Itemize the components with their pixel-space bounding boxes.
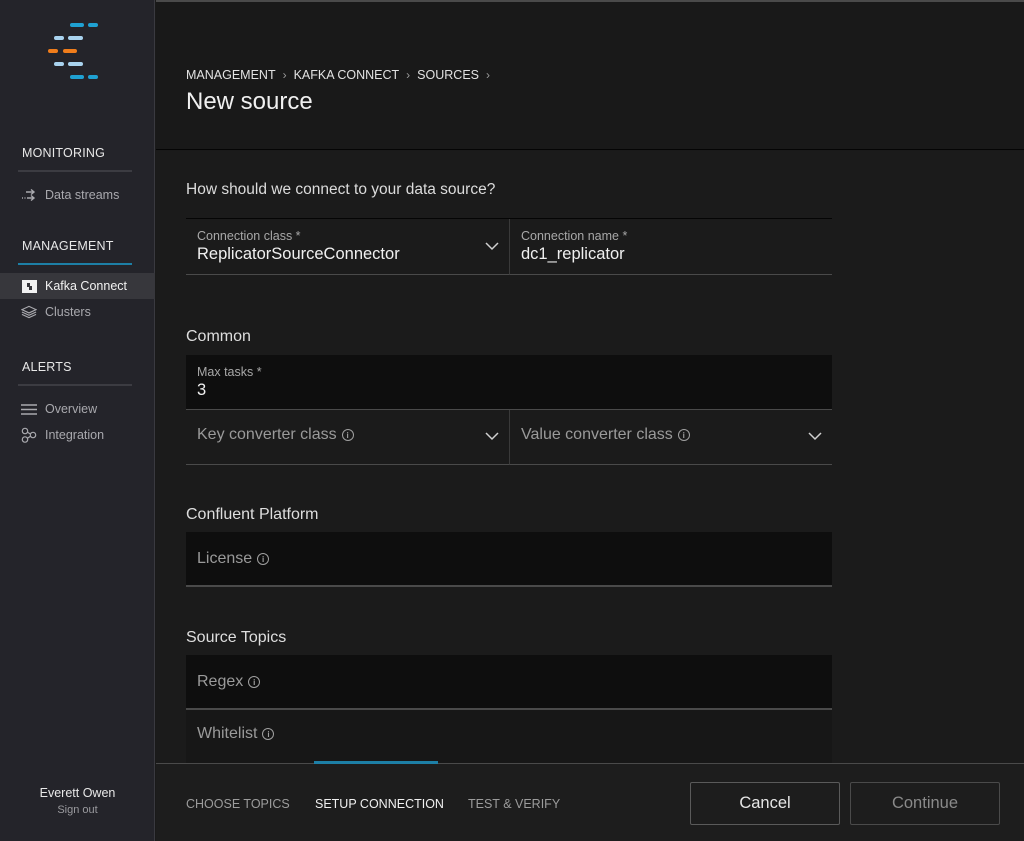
converter-row: Key converter class i Value converter cl… — [186, 410, 832, 465]
field-value: 3 — [197, 381, 207, 399]
wizard-footer: CHOOSE TOPICS SETUP CONNECTION TEST & VE… — [156, 761, 1024, 841]
field-placeholder: Whitelist i — [197, 725, 275, 743]
chevron-down-icon — [485, 242, 499, 251]
license-row: License i — [186, 532, 832, 587]
sidebar-item-label: Clusters — [45, 305, 91, 319]
placeholder-text: Regex — [197, 673, 244, 690]
field-label: Connection name * — [521, 229, 628, 243]
value-converter-class-select[interactable]: Value converter class i — [509, 410, 832, 465]
sidebar-item-integration[interactable]: Integration — [0, 422, 155, 448]
user-panel: Everett Owen Sign out — [0, 786, 155, 816]
placeholder-text: Key converter class — [197, 426, 337, 443]
user-name: Everett Owen — [39, 786, 116, 800]
cancel-button[interactable]: Cancel — [690, 782, 840, 825]
field-placeholder: License i — [197, 550, 270, 568]
sidebar: MONITORING Data streams MANAGEMENT Kafka… — [0, 0, 155, 841]
regex-row: Regex i — [186, 655, 832, 710]
max-tasks-input[interactable]: Max tasks * 3 — [186, 355, 832, 410]
continue-button[interactable]: Continue — [850, 782, 1000, 825]
step-setup-connection[interactable]: SETUP CONNECTION — [315, 797, 444, 811]
breadcrumb-kafka-connect[interactable]: KAFKA CONNECT — [294, 68, 400, 82]
info-icon[interactable]: i — [257, 553, 270, 565]
sidebar-item-clusters[interactable]: Clusters — [0, 299, 155, 325]
sidebar-item-label: Kafka Connect — [45, 279, 127, 293]
data-streams-icon — [21, 188, 37, 202]
sidebar-item-label: Integration — [45, 428, 105, 442]
nav-heading-alerts: ALERTS — [22, 360, 72, 374]
form-intro: How should we connect to your data sourc… — [186, 181, 496, 198]
regex-input[interactable]: Regex i — [186, 655, 832, 710]
chevron-right-icon: › — [282, 68, 287, 82]
connection-class-select[interactable]: Connection class * ReplicatorSourceConne… — [186, 219, 509, 275]
sidebar-item-overview[interactable]: Overview — [0, 396, 155, 422]
info-icon[interactable]: i — [341, 429, 354, 441]
placeholder-text: Value converter class — [521, 426, 673, 443]
section-title-source-topics: Source Topics — [186, 629, 287, 646]
key-converter-class-select[interactable]: Key converter class i — [186, 410, 509, 465]
nav-section-management: MANAGEMENT Kafka Connect Clusters — [0, 235, 155, 325]
kafka-connect-icon — [21, 279, 37, 293]
chevron-right-icon: › — [406, 68, 411, 82]
field-label: Max tasks * — [197, 365, 262, 379]
list-icon — [21, 402, 37, 416]
breadcrumb-sources[interactable]: SOURCES — [417, 68, 479, 82]
section-title-confluent-platform: Confluent Platform — [186, 506, 319, 523]
field-placeholder: Key converter class i — [197, 426, 354, 444]
nav-heading-monitoring: MONITORING — [22, 146, 106, 160]
chevron-down-icon — [808, 432, 822, 441]
nav-section-monitoring: MONITORING Data streams — [0, 142, 155, 208]
info-icon[interactable]: i — [677, 429, 690, 441]
field-placeholder: Value converter class i — [521, 426, 690, 444]
nav-section-alerts: ALERTS Overview Integration — [0, 356, 155, 448]
field-value: ReplicatorSourceConnector — [197, 245, 400, 263]
placeholder-text: License — [197, 550, 253, 567]
sidebar-item-label: Data streams — [45, 188, 120, 202]
field-value: dc1_replicator — [521, 245, 625, 263]
whitelist-row: Whitelist i — [186, 710, 832, 763]
sign-out-link[interactable]: Sign out — [0, 804, 155, 816]
max-tasks-row: Max tasks * 3 — [186, 355, 832, 410]
integration-icon — [21, 427, 37, 443]
info-icon[interactable]: i — [262, 728, 275, 740]
nav-heading-management: MANAGEMENT — [22, 239, 114, 253]
page-header: MANAGEMENT › KAFKA CONNECT › SOURCES › N… — [156, 0, 1024, 150]
active-step-indicator — [314, 761, 438, 764]
step-choose-topics[interactable]: CHOOSE TOPICS — [186, 797, 290, 811]
sidebar-item-data-streams[interactable]: Data streams — [0, 182, 155, 208]
field-placeholder: Regex i — [197, 673, 261, 691]
sidebar-item-label: Overview — [45, 402, 98, 416]
section-title-common: Common — [186, 328, 251, 345]
field-label: Connection class * — [197, 229, 301, 243]
info-icon[interactable]: i — [248, 676, 261, 688]
form-area: How should we connect to your data sourc… — [156, 151, 1024, 763]
license-input[interactable]: License i — [186, 532, 832, 587]
whitelist-input[interactable]: Whitelist i — [186, 710, 832, 763]
breadcrumb: MANAGEMENT › KAFKA CONNECT › SOURCES › — [186, 68, 497, 82]
breadcrumb-management[interactable]: MANAGEMENT — [186, 68, 276, 82]
connection-row: Connection class * ReplicatorSourceConne… — [186, 218, 832, 275]
chevron-right-icon: › — [486, 68, 490, 82]
chevron-down-icon — [485, 432, 499, 441]
confluent-logo[interactable] — [48, 20, 102, 80]
clusters-icon — [21, 305, 37, 319]
step-test-verify[interactable]: TEST & VERIFY — [468, 797, 560, 811]
sidebar-item-kafka-connect[interactable]: Kafka Connect — [0, 273, 155, 299]
page-title: New source — [186, 88, 313, 115]
connection-name-input[interactable]: Connection name * dc1_replicator — [509, 219, 832, 275]
placeholder-text: Whitelist — [197, 725, 258, 742]
